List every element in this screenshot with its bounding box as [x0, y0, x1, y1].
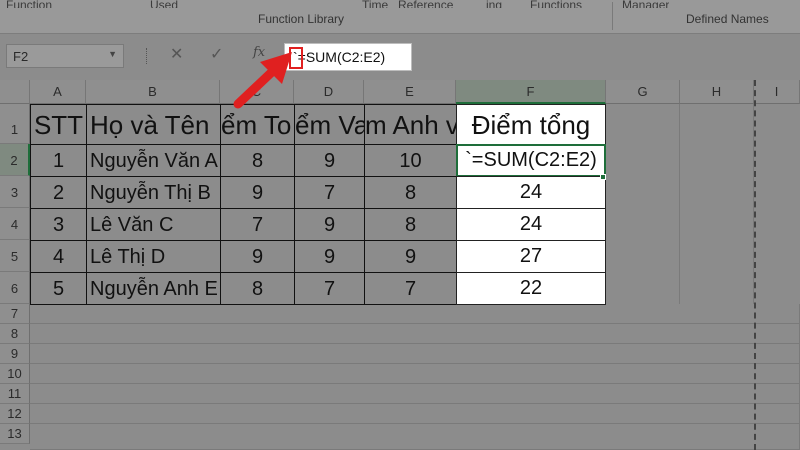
cell-f5[interactable]: 27: [456, 240, 606, 273]
cell-a4[interactable]: 3: [30, 208, 87, 241]
chevron-down-icon[interactable]: ▼: [108, 49, 117, 59]
ribbon-button-name-manager[interactable]: Manager: [622, 0, 669, 8]
cell-b6[interactable]: Nguyễn Anh E: [86, 272, 221, 305]
cell-f6[interactable]: 22: [456, 272, 606, 305]
cell-f2-active[interactable]: `=SUM(C2:E2): [456, 144, 606, 177]
empty-row-12[interactable]: [30, 404, 800, 424]
formula-input[interactable]: `=SUM(C2:E2): [284, 43, 412, 71]
row-header-9[interactable]: 9: [0, 344, 30, 364]
cell-c2[interactable]: 8: [220, 144, 295, 177]
group-label-function-library: Function Library: [258, 12, 345, 26]
cell-e6[interactable]: 7: [364, 272, 457, 305]
annotation-arrow-icon: [233, 52, 292, 109]
column-header-b[interactable]: B: [86, 80, 220, 104]
column-header-d[interactable]: D: [294, 80, 364, 104]
row-header-13[interactable]: 13: [0, 424, 30, 444]
cell-b1[interactable]: Họ và Tên: [86, 104, 221, 145]
column-header-i[interactable]: I: [754, 80, 800, 104]
cell-e3[interactable]: 8: [364, 176, 457, 209]
row-header-10[interactable]: 10: [0, 364, 30, 384]
ribbon-separator: [612, 2, 613, 30]
cell-d5[interactable]: 9: [294, 240, 365, 273]
cell-d3[interactable]: 7: [294, 176, 365, 209]
formula-bar: F2 ▼ ✕ ✓ fx `=SUM(C2:E2): [0, 34, 800, 80]
empty-row-9[interactable]: [30, 344, 800, 364]
ribbon-button-date-time[interactable]: Time: [362, 0, 388, 8]
ribbon-button-recently-used[interactable]: Used: [150, 0, 178, 8]
column-header-h[interactable]: H: [680, 80, 754, 104]
cell-a1[interactable]: STT: [30, 104, 87, 145]
cell-e5[interactable]: 9: [364, 240, 457, 273]
ribbon-button-math-trig[interactable]: ing: [486, 0, 502, 8]
ribbon: Function Used Time Reference ing Functio…: [0, 0, 800, 34]
row-header-1[interactable]: 1: [0, 104, 30, 144]
cell-c5[interactable]: 9: [220, 240, 295, 273]
cancel-icon[interactable]: ✕: [170, 44, 183, 64]
cell-f3[interactable]: 24: [456, 176, 606, 209]
cell-e4[interactable]: 8: [364, 208, 457, 241]
ribbon-button-more-functions[interactable]: Functions: [530, 0, 582, 8]
enter-icon[interactable]: ✓: [210, 44, 223, 64]
group-label-defined-names: Defined Names: [686, 12, 769, 26]
empty-row-13[interactable]: [30, 424, 800, 450]
worksheet-grid[interactable]: A B C D E F G H I 1 2 3 4 5 6 7 8 9 10 1…: [0, 80, 800, 450]
cell-a6[interactable]: 5: [30, 272, 87, 305]
ribbon-button-lookup-reference[interactable]: Reference: [398, 0, 453, 8]
cell-a3[interactable]: 2: [30, 176, 87, 209]
cell-c3[interactable]: 9: [220, 176, 295, 209]
cell-c4[interactable]: 7: [220, 208, 295, 241]
row-header-2[interactable]: 2: [0, 144, 30, 176]
cell-b3[interactable]: Nguyễn Thị B: [86, 176, 221, 209]
column-header-f[interactable]: F: [456, 80, 606, 104]
column-h-area[interactable]: [680, 104, 754, 304]
cell-c6[interactable]: 8: [220, 272, 295, 305]
empty-row-8[interactable]: [30, 324, 800, 344]
row-header-8[interactable]: 8: [0, 324, 30, 344]
cell-b2[interactable]: Nguyễn Văn A: [86, 144, 221, 177]
cell-d1[interactable]: ểm Va: [294, 104, 365, 145]
column-header-g[interactable]: G: [606, 80, 680, 104]
row-header-3[interactable]: 3: [0, 176, 30, 208]
cell-c1[interactable]: ểm To: [220, 104, 295, 145]
cell-d2[interactable]: 9: [294, 144, 365, 177]
cell-b4[interactable]: Lê Văn C: [86, 208, 221, 241]
cell-b5[interactable]: Lê Thị D: [86, 240, 221, 273]
empty-row-11[interactable]: [30, 384, 800, 404]
cell-e2[interactable]: 10: [364, 144, 457, 177]
cell-d6[interactable]: 7: [294, 272, 365, 305]
cell-e1[interactable]: m Anh v: [364, 104, 457, 145]
formula-bar-grip[interactable]: [146, 48, 148, 64]
cell-f4[interactable]: 24: [456, 208, 606, 241]
cell-a2[interactable]: 1: [30, 144, 87, 177]
row-header-6[interactable]: 6: [0, 272, 30, 304]
cell-d4[interactable]: 9: [294, 208, 365, 241]
column-header-e[interactable]: E: [364, 80, 456, 104]
select-all-corner[interactable]: [0, 80, 30, 104]
name-box-value: F2: [13, 49, 29, 64]
formula-text: =SUM(C2:E2): [297, 49, 386, 65]
cell-f1[interactable]: Điểm tổng: [456, 104, 606, 145]
row-header-12[interactable]: 12: [0, 404, 30, 424]
row-header-5[interactable]: 5: [0, 240, 30, 272]
empty-row-7[interactable]: [30, 304, 800, 324]
name-box[interactable]: F2 ▼: [6, 44, 124, 68]
cell-a5[interactable]: 4: [30, 240, 87, 273]
row-header-4[interactable]: 4: [0, 208, 30, 240]
column-header-a[interactable]: A: [30, 80, 86, 104]
ribbon-button-function[interactable]: Function: [6, 0, 52, 8]
page-break-line: [754, 80, 756, 450]
row-header-11[interactable]: 11: [0, 384, 30, 404]
column-g-area[interactable]: [606, 104, 680, 304]
fill-handle[interactable]: [600, 174, 606, 180]
row-header-7[interactable]: 7: [0, 304, 30, 324]
empty-row-10[interactable]: [30, 364, 800, 384]
